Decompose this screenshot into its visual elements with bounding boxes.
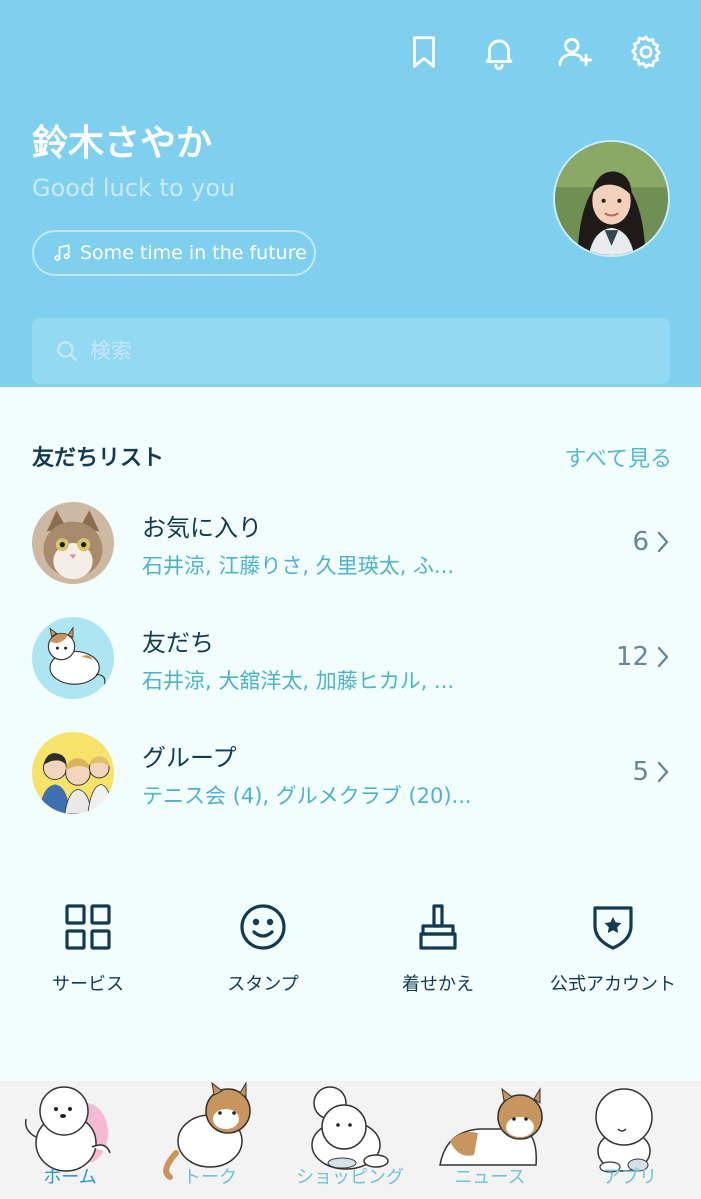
profile-name[interactable]: 鈴木さやか xyxy=(32,114,212,166)
tab-shopping[interactable]: ショッピング xyxy=(280,1081,420,1199)
search-icon xyxy=(57,341,77,361)
see-all-link[interactable]: すべて見る xyxy=(564,441,672,473)
bookmark-icon[interactable] xyxy=(402,30,446,74)
search-bar[interactable] xyxy=(32,318,670,384)
add-friend-icon[interactable] xyxy=(553,30,597,74)
bell-icon[interactable] xyxy=(477,30,521,74)
tab-label: アプリ xyxy=(603,1167,657,1188)
settings-gear-icon[interactable] xyxy=(624,30,668,74)
shield-star-icon xyxy=(593,906,633,950)
status-message[interactable]: Good luck to you xyxy=(32,174,235,202)
profile-header: 鈴木さやか Good luck to you Some time in the … xyxy=(0,0,701,387)
chevron-right-icon xyxy=(657,761,669,783)
service-official-accounts-button[interactable]: 公式アカウント xyxy=(533,900,693,1000)
friend-group-members: 石井涼, 江藤りさ, 久里瑛太, ふ... xyxy=(142,554,455,578)
search-input[interactable] xyxy=(90,339,610,363)
friend-group-title: 友だち xyxy=(142,629,214,657)
friend-list-title: 友だちリスト xyxy=(32,446,165,471)
tab-label: トーク xyxy=(183,1167,237,1188)
service-label: スタンプ xyxy=(227,974,299,995)
tab-label: ショッピング xyxy=(296,1167,404,1188)
friend-group-title: グループ xyxy=(142,744,237,772)
tab-talk[interactable]: トーク xyxy=(140,1081,280,1199)
friend-group-count: 12 xyxy=(615,642,649,672)
friend-group-members: 石井涼, 大舘洋太, 加藤ヒカル, ... xyxy=(142,669,455,693)
favorites-cat-avatar xyxy=(32,502,114,584)
service-services-button[interactable]: サービス xyxy=(8,900,168,1000)
profile-avatar[interactable] xyxy=(553,140,670,257)
friend-group-count: 5 xyxy=(632,757,649,787)
friend-group-title: お気に入り xyxy=(142,514,262,542)
brush-icon xyxy=(419,904,457,950)
service-stickers-button[interactable]: スタンプ xyxy=(183,900,343,1000)
smiley-icon xyxy=(240,904,286,950)
tab-apps[interactable]: アプリ xyxy=(560,1081,700,1199)
groups-illustration-avatar xyxy=(32,732,114,814)
grid-icon xyxy=(65,904,111,950)
profile-music-label: Some time in the future xyxy=(80,242,307,264)
service-label: 着せかえ xyxy=(402,974,474,995)
friend-group-count: 6 xyxy=(632,527,649,557)
tab-news[interactable]: ニュース xyxy=(420,1081,560,1199)
tab-home[interactable]: ホーム xyxy=(0,1081,140,1199)
service-label: サービス xyxy=(52,974,124,995)
chevron-right-icon xyxy=(657,646,669,668)
chevron-right-icon xyxy=(657,531,669,553)
friend-group-favorites[interactable]: お気に入り 石井涼, 江藤りさ, 久里瑛太, ふ... 6 xyxy=(0,502,701,598)
friend-group-members: テニス会 (4), グルメクラブ (20)... xyxy=(142,784,472,808)
profile-music-button[interactable]: Some time in the future xyxy=(32,230,316,276)
friend-group-groups[interactable]: グループ テニス会 (4), グルメクラブ (20)... 5 xyxy=(0,732,701,828)
service-label: 公式アカウント xyxy=(550,974,676,995)
friend-group-friends[interactable]: 友だち 石井涼, 大舘洋太, 加藤ヒカル, ... 12 xyxy=(0,617,701,713)
music-note-icon xyxy=(54,244,70,261)
bottom-tab-bar: ホーム トーク ショッピング ニュース アプリ xyxy=(0,1081,701,1199)
service-themes-button[interactable]: 着せかえ xyxy=(358,900,518,1000)
tab-label: ニュース xyxy=(454,1167,526,1188)
tab-label: ホーム xyxy=(43,1167,97,1188)
friends-cat-sticker-avatar xyxy=(32,617,114,699)
